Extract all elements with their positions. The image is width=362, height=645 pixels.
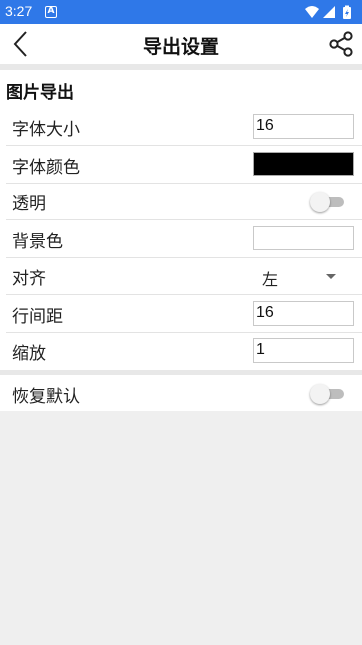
scale-row: 缩放 1 (0, 332, 362, 370)
wifi-icon (305, 6, 319, 18)
empty-area (0, 411, 362, 645)
background-color-swatch[interactable] (253, 226, 354, 250)
align-value: 左 (262, 270, 279, 289)
toggle-thumb (310, 192, 330, 212)
reset-toggle[interactable] (310, 384, 344, 404)
transparent-label: 透明 (12, 194, 46, 214)
line-spacing-input[interactable]: 16 (253, 301, 354, 326)
transparent-toggle[interactable] (310, 192, 344, 212)
page-title: 导出设置 (142, 36, 219, 58)
status-bar: 3:27 A (0, 0, 362, 24)
section-title: 图片导出 (6, 83, 74, 103)
settings-card: 图片导出 字体大小 16 字体颜色 透明 背景色 对齐 左 行间距 16 缩放 … (0, 70, 362, 370)
align-row: 对齐 左 (0, 257, 362, 295)
battery-icon (343, 5, 351, 19)
signal-icon (323, 6, 335, 18)
background-color-label: 背景色 (12, 232, 63, 252)
reset-row: 恢复默认 (0, 375, 362, 413)
font-color-label: 字体颜色 (12, 158, 80, 178)
line-spacing-label: 行间距 (12, 307, 63, 327)
font-size-label: 字体大小 (12, 120, 80, 140)
scale-input[interactable]: 1 (253, 338, 354, 363)
scale-label: 缩放 (12, 344, 46, 364)
reset-card: 恢复默认 (0, 375, 362, 411)
system-icons (305, 5, 351, 19)
font-color-swatch[interactable] (253, 152, 354, 176)
transparent-row: 透明 (0, 182, 362, 220)
dropdown-arrow-icon (326, 274, 336, 279)
line-spacing-row: 行间距 16 (0, 295, 362, 333)
font-size-row: 字体大小 16 (0, 108, 362, 146)
background-color-row: 背景色 (0, 220, 362, 258)
share-icon[interactable] (328, 31, 354, 57)
font-size-input[interactable]: 16 (253, 114, 354, 139)
a-notification-icon: A (45, 6, 57, 18)
toggle-thumb (310, 384, 330, 404)
font-color-row: 字体颜色 (0, 146, 362, 184)
align-select[interactable]: 左 (253, 262, 354, 290)
app-bar: 导出设置 (0, 24, 362, 64)
reset-label: 恢复默认 (12, 387, 80, 407)
status-time: 3:27 (5, 3, 33, 19)
align-label: 对齐 (12, 269, 46, 289)
